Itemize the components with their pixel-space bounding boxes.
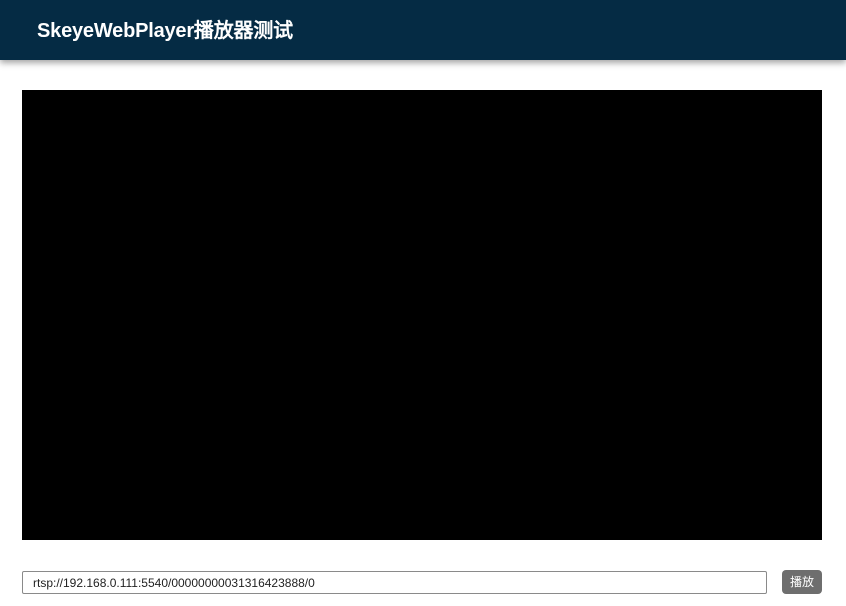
stream-url-input[interactable] <box>22 571 767 594</box>
video-player[interactable] <box>22 90 822 540</box>
app-header: SkeyeWebPlayer播放器测试 <box>0 0 846 60</box>
play-button[interactable]: 播放 <box>782 570 822 594</box>
page-title: SkeyeWebPlayer播放器测试 <box>37 20 293 42</box>
